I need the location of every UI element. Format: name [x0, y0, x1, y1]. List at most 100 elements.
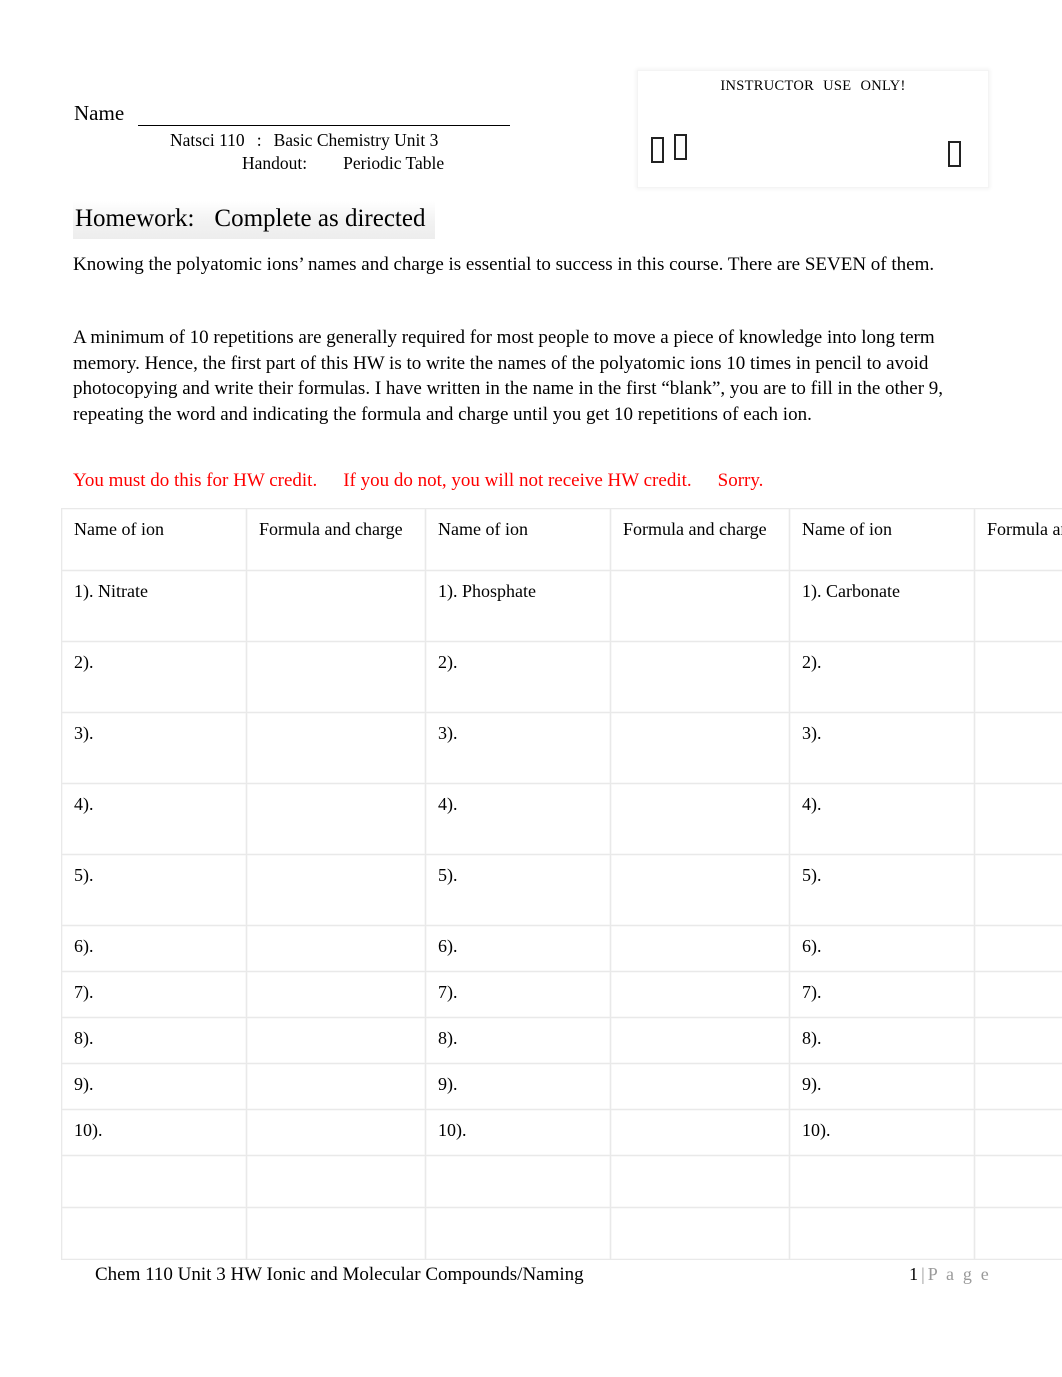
formula-charge-cell[interactable]: [974, 1207, 1062, 1260]
formula-charge-cell[interactable]: [610, 570, 790, 642]
formula-charge-cell[interactable]: [610, 712, 790, 784]
footer-page-indicator: 1 | P a g e: [909, 1262, 991, 1286]
formula-charge-cell[interactable]: [974, 641, 1062, 713]
hw-credit-warning: You must do this for HW credit. If you do…: [73, 468, 991, 493]
formula-charge-cell[interactable]: [246, 570, 426, 642]
homework-label: Homework:: [75, 205, 195, 232]
instructor-use-only-title: INSTRUCTOR USE ONLY!: [638, 71, 988, 95]
ion-name-cell: 3).: [425, 712, 611, 784]
formula-charge-cell[interactable]: [246, 971, 426, 1018]
name-block: Name Natsci 110: Basic Chemistry Unit 3 H…: [74, 100, 574, 174]
ion-name-cell: 8).: [789, 1017, 975, 1064]
formula-charge-cell[interactable]: [974, 854, 1062, 926]
formula-charge-cell[interactable]: [246, 1109, 426, 1156]
warning-sentence-3: Sorry.: [717, 470, 764, 491]
table-row: 6). 6). 6).: [61, 925, 1062, 972]
course-separator: :: [256, 130, 262, 150]
formula-charge-cell[interactable]: [974, 783, 1062, 855]
formula-charge-cell[interactable]: [246, 1017, 426, 1064]
ion-name-cell: 10).: [61, 1109, 247, 1156]
page-word: P a g e: [927, 1264, 991, 1284]
ion-name-cell: 10).: [425, 1109, 611, 1156]
formula-charge-cell[interactable]: [610, 1207, 790, 1260]
ion-name-cell: [61, 1155, 247, 1208]
page-number: 1: [909, 1264, 919, 1284]
ion-name-cell: 3).: [789, 712, 975, 784]
table-header-row: Name of ion Formula and charge Name of ion…: [61, 508, 1062, 571]
formula-charge-cell[interactable]: [974, 570, 1062, 642]
formula-charge-cell[interactable]: [610, 854, 790, 926]
ion-name-cell: 8).: [61, 1017, 247, 1064]
ion-name-cell: 5).: [789, 854, 975, 926]
handout-label: Handout:: [242, 153, 308, 173]
table-head: Name of ion Formula and charge Name of ion…: [61, 508, 1062, 571]
table-row: 3). 3). 3).: [61, 712, 1062, 784]
ion-name-cell: [789, 1155, 975, 1208]
handout-value: Periodic Table: [343, 153, 445, 173]
ion-name-cell: [789, 1207, 975, 1260]
formula-charge-cell[interactable]: [610, 1109, 790, 1156]
formula-charge-cell[interactable]: [246, 925, 426, 972]
formula-charge-cell[interactable]: [974, 712, 1062, 784]
formula-charge-cell[interactable]: [610, 971, 790, 1018]
formula-charge-cell[interactable]: [974, 1063, 1062, 1110]
instructor-use-only-box: INSTRUCTOR USE ONLY!: [637, 70, 989, 188]
ion-name-cell: [61, 1207, 247, 1260]
page-separator: |: [921, 1264, 925, 1284]
missing-glyph-box-icon-1: [651, 137, 664, 163]
ion-name-cell: 7).: [425, 971, 611, 1018]
table-row: 8). 8). 8).: [61, 1017, 1062, 1064]
formula-charge-cell[interactable]: [610, 925, 790, 972]
formula-charge-cell[interactable]: [974, 1155, 1062, 1208]
ion-name-cell: 4).: [789, 783, 975, 855]
footer-document-title: Chem 110 Unit 3 HW Ionic and Molecular C…: [95, 1264, 584, 1285]
table-column-header: Name of ion: [61, 508, 247, 571]
formula-charge-cell[interactable]: [246, 1207, 426, 1260]
ion-name-cell: 6).: [61, 925, 247, 972]
formula-charge-cell[interactable]: [246, 783, 426, 855]
formula-charge-cell[interactable]: [610, 1155, 790, 1208]
name-label: Name: [74, 101, 125, 125]
page-header: Name Natsci 110: Basic Chemistry Unit 3 H…: [0, 0, 1062, 195]
formula-charge-cell[interactable]: [974, 1017, 1062, 1064]
ion-name-cell: 4).: [61, 783, 247, 855]
instructor-word: INSTRUCTOR: [720, 78, 815, 94]
name-row: Name: [74, 100, 574, 126]
formula-charge-cell[interactable]: [610, 641, 790, 713]
table-column-header: Name of ion: [425, 508, 611, 571]
ion-name-cell: 6).: [789, 925, 975, 972]
ion-name-cell: 7).: [789, 971, 975, 1018]
formula-charge-cell[interactable]: [246, 1063, 426, 1110]
course-code: Natsci 110: [170, 130, 245, 150]
course-line: Natsci 110: Basic Chemistry Unit 3: [74, 129, 574, 151]
formula-charge-cell[interactable]: [246, 1155, 426, 1208]
document-page: Name Natsci 110: Basic Chemistry Unit 3 H…: [0, 0, 1062, 1377]
name-fill-in-line[interactable]: [138, 103, 511, 126]
formula-charge-cell[interactable]: [246, 712, 426, 784]
formula-charge-cell[interactable]: [974, 971, 1062, 1018]
ion-name-cell: [425, 1207, 611, 1260]
formula-charge-cell[interactable]: [610, 1017, 790, 1064]
table-column-header: Name of ion: [789, 508, 975, 571]
ion-name-cell: 10).: [789, 1109, 975, 1156]
formula-charge-cell[interactable]: [974, 925, 1062, 972]
homework-heading: Homework: Complete as directed: [73, 201, 436, 239]
formula-charge-cell[interactable]: [974, 1109, 1062, 1156]
formula-charge-cell[interactable]: [246, 854, 426, 926]
only-word: ONLY!: [860, 78, 906, 94]
ion-name-cell: 1). Phosphate: [425, 570, 611, 642]
homework-value: Complete as directed: [214, 205, 426, 232]
formula-charge-cell[interactable]: [246, 641, 426, 713]
missing-glyph-box-icon-3: [948, 141, 961, 167]
table-column-header: Formula and charge: [974, 508, 1062, 571]
ion-name-cell: 9).: [789, 1063, 975, 1110]
formula-charge-cell[interactable]: [610, 783, 790, 855]
formula-charge-cell[interactable]: [610, 1063, 790, 1110]
missing-glyph-box-icon-2: [674, 134, 687, 160]
ion-name-cell: 4).: [425, 783, 611, 855]
ion-name-cell: 2).: [425, 641, 611, 713]
table-row: 1). Nitrate 1). Phosphate 1). Carbonate: [61, 570, 1062, 642]
instructor-glyph-row: [638, 95, 988, 167]
polyatomic-ion-practice-table: Name of ion Formula and charge Name of ion…: [61, 508, 1062, 1260]
intro-paragraph: Knowing the polyatomic ions’ names and c…: [73, 254, 935, 275]
